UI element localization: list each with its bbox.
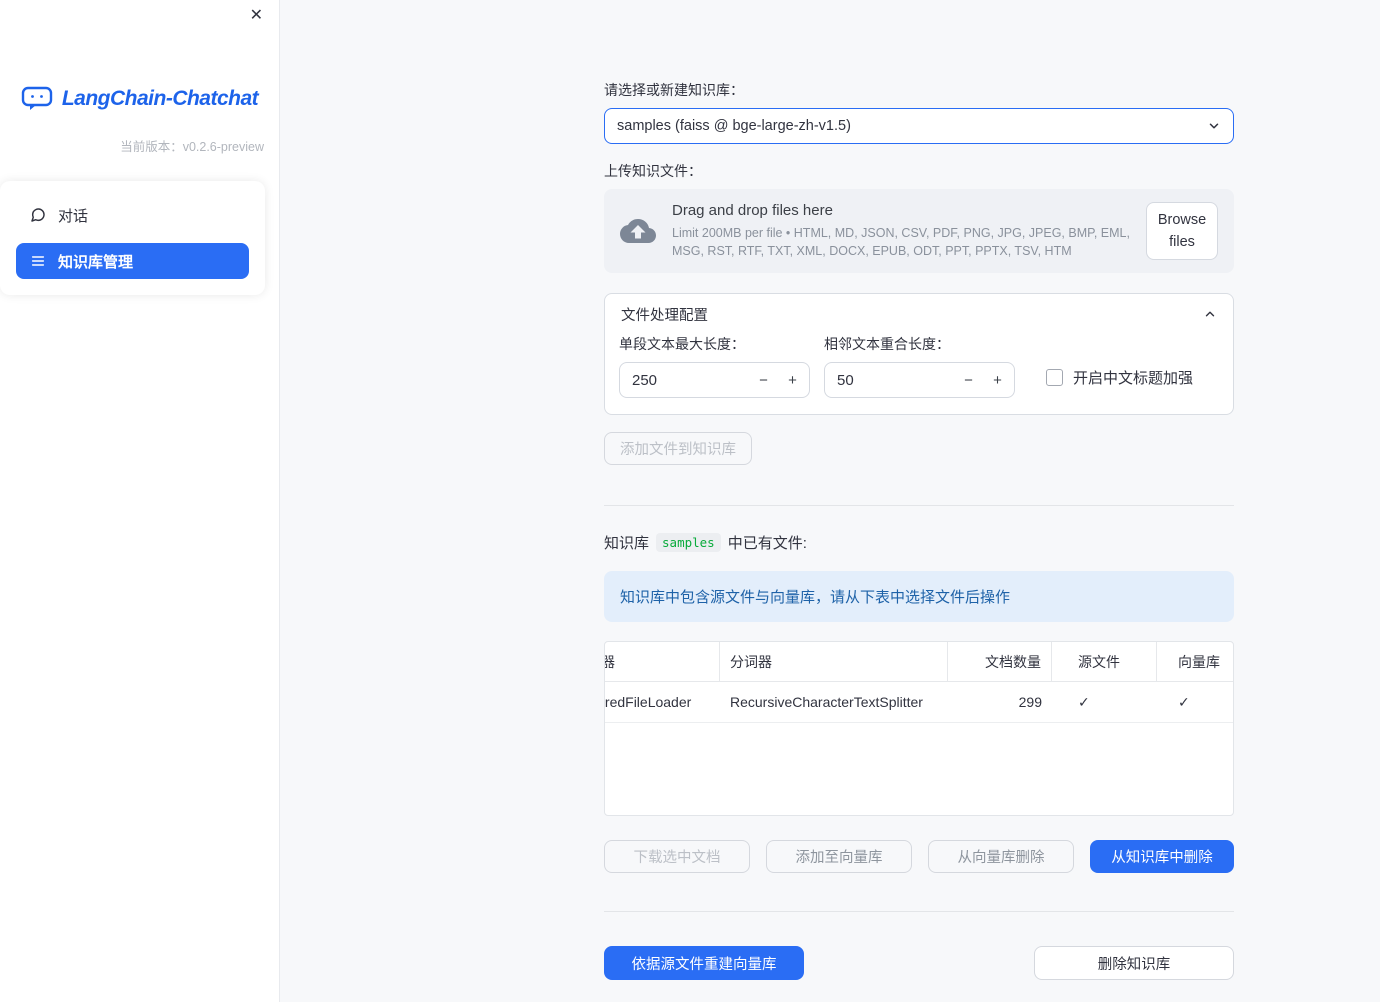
divider <box>604 911 1234 912</box>
uploader-drag-text: Drag and drop files here <box>672 201 833 219</box>
kb-selectbox[interactable]: samples (faiss @ bge-large-zh-v1.5) <box>604 108 1234 144</box>
sidebar-nav: 对话 知识库管理 <box>0 181 265 295</box>
increment-button[interactable]: + <box>983 372 1012 389</box>
chevron-up-icon <box>1205 311 1215 317</box>
browse-files-button[interactable]: Browse files <box>1146 201 1218 261</box>
sidebar-item-label: 知识库管理 <box>58 253 134 271</box>
file-config-body: 单段文本最大长度： 250 − + 相邻文本重合长度： 50 − + 开启中文标… <box>605 334 1233 414</box>
table-header-row: 文档加载器 分词器 文档数量 源文件 向量库 <box>605 642 1233 682</box>
sidebar-item-label: 对话 <box>58 207 89 225</box>
file-config-expander: 文件处理配置 单段文本最大长度： 250 − + 相邻文本重合长度： 50 − … <box>604 293 1234 415</box>
zh-title-checkbox-row[interactable]: 开启中文标题加强 <box>1046 359 1193 395</box>
increment-button[interactable]: + <box>778 372 807 389</box>
add-files-to-kb-button[interactable]: 添加文件到知识库 <box>604 432 752 465</box>
existing-files-line: 知识库 samples 中已有文件: <box>604 532 1234 553</box>
decrement-button[interactable]: − <box>954 372 983 389</box>
delete-knowledge-base-button[interactable]: 删除知识库 <box>1034 946 1234 980</box>
cell-loader: UnstructuredFileLoader <box>605 694 692 710</box>
cell-source-file-check: ✓ <box>1052 682 1157 722</box>
col-header-doc-count[interactable]: 文档数量 <box>948 642 1052 681</box>
file-config-title: 文件处理配置 <box>621 307 708 324</box>
kb-selectbox-value: samples (faiss @ bge-large-zh-v1.5) <box>617 118 851 134</box>
col-header-vector-store[interactable]: 向量库 <box>1157 642 1233 681</box>
cell-doc-count: 299 <box>1018 694 1042 710</box>
add-to-vector-store-button[interactable]: 添加至向量库 <box>766 840 912 873</box>
overlap-value: 50 <box>837 371 854 389</box>
overlap-field: 相邻文本重合长度： 50 − + <box>824 334 1015 398</box>
existing-files-suffix: 中已有文件: <box>727 535 807 552</box>
sidebar: ✕ LangChain-Chatchat 当前版本：v0.2.6-preview… <box>0 0 280 1002</box>
kb-name-code: samples <box>656 533 721 552</box>
main-content: 请选择或新建知识库： samples (faiss @ bge-large-zh… <box>280 0 1380 1002</box>
file-uploader-dropzone[interactable]: Drag and drop files here Limit 200MB per… <box>604 189 1234 273</box>
checkbox-unchecked-icon[interactable] <box>1046 368 1063 386</box>
sidebar-close-icon[interactable]: ✕ <box>250 8 263 24</box>
max-length-input[interactable]: 250 − + <box>619 362 810 398</box>
uploader-limit-text: Limit 200MB per file • HTML, MD, JSON, C… <box>672 225 1130 258</box>
upload-label: 上传知识文件： <box>604 163 702 179</box>
delete-from-vector-store-button[interactable]: 从向量库删除 <box>928 840 1074 873</box>
max-length-value: 250 <box>632 371 658 389</box>
table-row[interactable]: UnstructuredFileLoader RecursiveCharacte… <box>605 682 1233 723</box>
cell-vector-store-check: ✓ <box>1157 682 1233 722</box>
overlap-label: 相邻文本重合长度： <box>824 336 950 352</box>
kb-select-label: 请选择或新建知识库： <box>604 82 744 98</box>
uploader-texts: Drag and drop files here Limit 200MB per… <box>672 202 1130 260</box>
version-label: 当前版本：v0.2.6-preview <box>120 140 264 154</box>
col-header-loader[interactable]: 文档加载器 <box>605 642 720 681</box>
sidebar-item-knowledge-base[interactable]: 知识库管理 <box>16 243 249 279</box>
list-icon <box>31 256 45 266</box>
sidebar-item-dialogue[interactable]: 对话 <box>16 197 249 233</box>
max-length-label: 单段文本最大长度： <box>619 336 745 352</box>
delete-from-kb-button[interactable]: 从知识库中删除 <box>1090 840 1234 873</box>
files-table: 文档加载器 分词器 文档数量 源文件 向量库 UnstructuredFileL… <box>604 641 1234 816</box>
rebuild-vector-store-button[interactable]: 依据源文件重建向量库 <box>604 946 804 980</box>
cell-splitter: RecursiveCharacterTextSplitter <box>730 694 923 710</box>
download-selected-button[interactable]: 下载选中文档 <box>604 840 750 873</box>
chevron-down-icon <box>1209 123 1219 129</box>
app-logo: LangChain-Chatchat <box>0 86 279 112</box>
kb-level-actions: 依据源文件重建向量库 删除知识库 <box>604 946 1234 980</box>
divider <box>604 505 1234 506</box>
info-banner: 知识库中包含源文件与向量库，请从下表中选择文件后操作 <box>604 571 1234 622</box>
col-header-splitter[interactable]: 分词器 <box>720 642 948 681</box>
existing-files-prefix: 知识库 <box>604 535 650 552</box>
zh-title-checkbox-label: 开启中文标题加强 <box>1073 369 1194 387</box>
file-config-expander-header[interactable]: 文件处理配置 <box>605 294 1233 334</box>
chat-bubble-logo-icon <box>21 86 53 112</box>
app-logo-text: LangChain-Chatchat <box>61 87 259 110</box>
decrement-button[interactable]: − <box>749 372 778 389</box>
speech-bubble-icon <box>31 208 45 222</box>
check-icon: ✓ <box>1178 693 1190 710</box>
cloud-upload-icon <box>620 219 656 243</box>
file-action-buttons: 下载选中文档 添加至向量库 从向量库删除 从知识库中删除 <box>604 840 1234 873</box>
overlap-input[interactable]: 50 − + <box>824 362 1015 398</box>
check-icon: ✓ <box>1078 693 1090 710</box>
col-header-source-file[interactable]: 源文件 <box>1052 642 1157 681</box>
max-length-field: 单段文本最大长度： 250 − + <box>619 334 810 398</box>
